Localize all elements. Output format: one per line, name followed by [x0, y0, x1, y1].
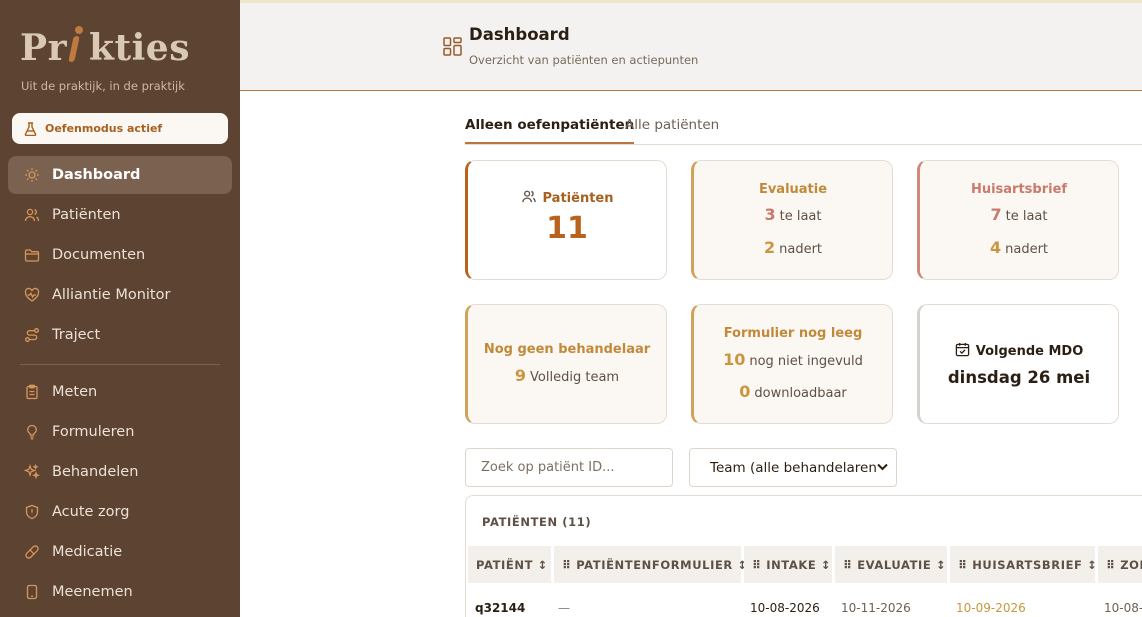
card-volgende-mdo[interactable]: Volgende MDO dinsdag 26 mei: [917, 304, 1119, 424]
download-label: downloadbaar: [754, 386, 847, 401]
sidebar-item-meenemen[interactable]: Meenemen: [8, 573, 232, 611]
card-formulier-nog-leeg[interactable]: Formulier nog leeg 10 nog niet ingevuld 0…: [691, 304, 893, 424]
sidebar-item-meten[interactable]: Meten: [8, 373, 232, 411]
card-nog-geen-behandelaar[interactable]: Nog geen behandelaar 9 Volledig team: [465, 304, 667, 424]
table-header: PATIËNT ↕ ⠿ PATIËNTENFORMULIER ↕ ⠿ INTAK…: [468, 546, 1142, 583]
late-label: te laat: [779, 209, 822, 224]
phone-icon: [26, 584, 38, 600]
late-count: 7: [990, 205, 1002, 224]
sidebar-item-label: Dashboard: [52, 167, 141, 183]
sidebar-item-acute-zorg[interactable]: Acute zorg: [8, 493, 232, 531]
unassigned-label: Volledig team: [530, 370, 620, 385]
sidebar-item-label: Behandelen: [52, 464, 139, 480]
card-title: Patiënten: [542, 191, 614, 206]
sidebar-item-label: Patiënten: [52, 207, 121, 223]
page-subtitle: Overzicht van patiënten en actiepunten: [469, 53, 699, 67]
sidebar-item-formuleren[interactable]: Formuleren: [8, 413, 232, 451]
chevron-down-icon: [877, 463, 888, 471]
column-header-huisartsbrief[interactable]: ⠿ HUISARTSBRIEF ↕: [950, 546, 1097, 583]
runner-icon: [67, 26, 89, 66]
heart-pulse-icon: [24, 287, 40, 302]
patient-scope-tabs: Alleen oefenpatiënten Alle patiënten: [465, 115, 1142, 145]
sidebar-item-behandelen[interactable]: Behandelen: [8, 453, 232, 491]
shield-alert-icon: [25, 504, 39, 520]
cell-zorg: 10-08-: [1104, 601, 1142, 615]
unassigned-count: 9: [514, 366, 527, 385]
app-tagline: Uit de praktijk, in de praktijk: [21, 79, 185, 93]
tab-alleen-oefenpatienten[interactable]: Alleen oefenpatiënten: [465, 117, 635, 144]
sidebar: Pr kties Uit de praktijk, in de praktijk …: [0, 0, 240, 617]
cell-patient-id[interactable]: q32144: [475, 601, 525, 615]
sidebar-item-label: Meten: [52, 384, 98, 400]
sidebar-item-traject[interactable]: Traject: [8, 316, 232, 354]
sidebar-divider: [20, 364, 220, 365]
sparkles-icon: [24, 464, 40, 480]
card-title: Formulier nog leeg: [723, 326, 863, 341]
sidebar-item-label: Acute zorg: [52, 504, 130, 520]
late-count: 3: [764, 205, 776, 224]
sidebar-item-alliantie-monitor[interactable]: Alliantie Monitor: [8, 276, 232, 314]
empty-label: nog niet ingevuld: [749, 354, 863, 369]
page-header: Dashboard Overzicht van patiënten en act…: [240, 0, 1142, 91]
sidebar-item-label: Traject: [52, 327, 101, 343]
sidebar-item-documenten[interactable]: Documenten: [8, 236, 232, 274]
sidebar-item-label: Documenten: [52, 247, 146, 263]
cell-huisartsbrief: 10-09-2026: [956, 601, 1026, 615]
card-title: Nog geen behandelaar: [483, 342, 651, 357]
tab-alle-patienten[interactable]: Alle patiënten: [625, 117, 719, 133]
users-icon: [24, 208, 40, 222]
dashboard-grid-icon: [443, 37, 462, 56]
mdo-date: dinsdag 26 mei: [947, 368, 1091, 387]
table-title: PATIËNTEN (11): [482, 515, 592, 529]
cell-intake: 10-08-2026: [750, 601, 820, 615]
patients-table-panel: PATIËNTEN (11) PATIËNT ↕ ⠿ PATIËNTENFORM…: [465, 495, 1142, 617]
sidebar-item-label: Medicatie: [52, 544, 123, 560]
near-label: nadert: [1005, 242, 1049, 257]
patient-search-input[interactable]: [465, 448, 673, 487]
cell-patientenformulier: —: [558, 601, 570, 615]
users-icon: [521, 190, 536, 203]
late-label: te laat: [1005, 209, 1048, 224]
sidebar-item-dashboard[interactable]: Dashboard: [8, 156, 232, 194]
card-patienten[interactable]: Patiënten 11: [465, 160, 667, 280]
near-count: 4: [989, 238, 1002, 257]
card-title: Volgende MDO: [975, 344, 1084, 359]
lightbulb-icon: [27, 424, 37, 440]
cell-evaluatie: 10-11-2026: [841, 601, 911, 615]
card-title: Huisartsbrief: [970, 182, 1068, 197]
column-header-patientenformulier[interactable]: ⠿ PATIËNTENFORMULIER ↕: [554, 546, 747, 583]
sun-icon: [25, 168, 39, 182]
near-label: nadert: [779, 242, 823, 257]
sidebar-item-label: Meenemen: [52, 584, 133, 600]
column-header-patient[interactable]: PATIËNT ↕: [468, 546, 551, 583]
team-select-value: Team (alle behandelaren: [710, 459, 877, 476]
download-count: 0: [739, 382, 751, 401]
sidebar-item-label: Alliantie Monitor: [52, 287, 171, 303]
column-header-evaluatie[interactable]: ⠿ EVALUATIE ↕: [835, 546, 947, 583]
column-header-intake[interactable]: ⠿ INTAKE ↕: [744, 546, 832, 583]
clipboard-icon: [26, 384, 38, 400]
practice-mode-badge[interactable]: Oefenmodus actief: [12, 113, 228, 144]
sidebar-item-label: Formuleren: [52, 424, 135, 440]
sidebar-item-patienten[interactable]: Patiënten: [8, 196, 232, 234]
flask-icon: [24, 121, 37, 136]
card-evaluatie[interactable]: Evaluatie 3 te laat 2 nadert: [691, 160, 893, 280]
patient-count: 11: [546, 211, 588, 246]
sidebar-item-medicatie[interactable]: Medicatie: [8, 533, 232, 571]
folder-icon: [24, 249, 40, 262]
near-count: 2: [763, 238, 776, 257]
pill-icon: [25, 545, 39, 559]
team-select[interactable]: Team (alle behandelaren: [689, 448, 897, 487]
route-icon: [25, 328, 39, 342]
empty-count: 10: [723, 350, 746, 369]
column-header-zorg[interactable]: ⠿ ZORG: [1098, 546, 1142, 583]
card-title: Evaluatie: [758, 182, 828, 197]
card-huisartsbrief[interactable]: Huisartsbrief 7 te laat 4 nadert: [917, 160, 1119, 280]
page-title: Dashboard: [469, 25, 570, 44]
practice-mode-label: Oefenmodus actief: [45, 122, 163, 135]
app-logo[interactable]: Pr kties: [20, 26, 190, 69]
calendar-check-icon: [955, 342, 969, 357]
